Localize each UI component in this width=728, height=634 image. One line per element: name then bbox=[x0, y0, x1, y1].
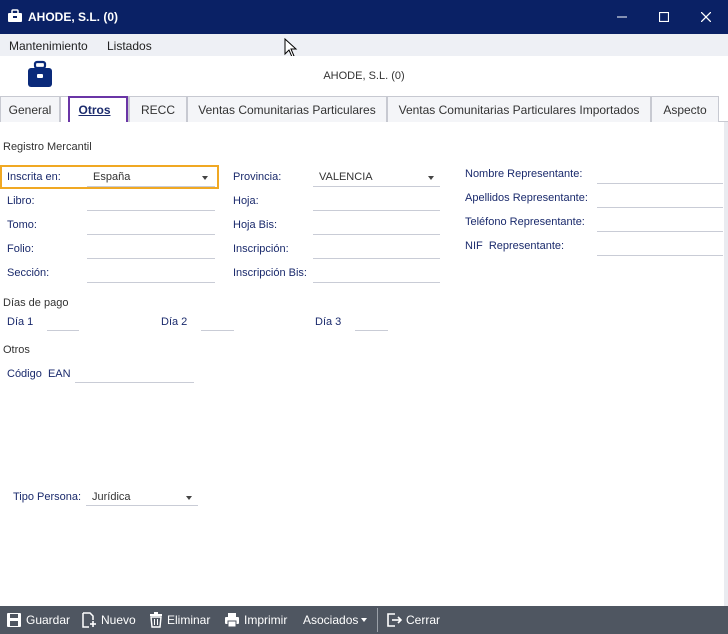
tab-aspecto[interactable]: Aspecto bbox=[651, 96, 719, 122]
menu-listados[interactable]: Listados bbox=[107, 39, 152, 53]
nuevo-label: Nuevo bbox=[101, 613, 136, 627]
nombre-representante-label: Nombre Representante: bbox=[465, 168, 583, 180]
dia1-field[interactable] bbox=[47, 330, 79, 331]
menu-mantenimiento[interactable]: Mantenimiento bbox=[9, 39, 88, 53]
tomo-label: Tomo: bbox=[7, 219, 37, 231]
inscrita-highlight bbox=[0, 165, 219, 189]
tipo-persona-label: Tipo Persona: bbox=[13, 491, 82, 503]
toolbar-divider bbox=[377, 608, 378, 632]
guardar-label: Guardar bbox=[26, 613, 71, 627]
dia3-label: Día 3 bbox=[315, 316, 342, 328]
seccion-field[interactable] bbox=[87, 282, 215, 283]
tab-ventas-importados-label: Ventas Comunitarias Particulares Importa… bbox=[398, 102, 640, 117]
nif-representante-label: NIF Representante: bbox=[465, 240, 565, 252]
window-title: AHODE, S.L. (0) bbox=[28, 10, 119, 24]
folio-field[interactable] bbox=[87, 258, 215, 259]
hoja-label: Hoja: bbox=[233, 195, 259, 207]
imprimir-label: Imprimir bbox=[244, 613, 288, 627]
dia2-label: Día 2 bbox=[161, 316, 188, 328]
minimize-icon bbox=[617, 16, 627, 18]
nombre-representante-field[interactable] bbox=[597, 183, 723, 184]
tipo-persona-select[interactable]: Jurídica bbox=[92, 491, 131, 503]
minimize-button[interactable] bbox=[600, 0, 644, 34]
telefono-representante-label: Teléfono Representante: bbox=[465, 216, 585, 228]
form-content bbox=[0, 122, 724, 606]
section-otros: Otros bbox=[3, 344, 30, 356]
bottom-toolbar: Guardar Nuevo Eliminar Imprimir Asociado… bbox=[0, 606, 728, 634]
asociados-label: Asociados bbox=[303, 613, 359, 627]
telefono-representante-field[interactable] bbox=[597, 231, 723, 232]
chevron-down-icon bbox=[361, 618, 368, 622]
guardar-button[interactable]: Guardar bbox=[6, 606, 70, 634]
dia2-field[interactable] bbox=[201, 330, 234, 331]
title-bar: AHODE, S.L. (0) bbox=[0, 0, 728, 34]
record-title: AHODE, S.L. (0) bbox=[323, 70, 405, 82]
provincia-underline bbox=[313, 186, 440, 187]
apellidos-representante-label: Apellidos Representante: bbox=[465, 192, 588, 204]
tab-general[interactable]: General bbox=[0, 96, 60, 122]
inscripcion-bis-label: Inscripción Bis: bbox=[233, 267, 307, 279]
folio-label: Folio: bbox=[7, 243, 34, 255]
new-document-icon bbox=[82, 612, 96, 628]
nuevo-button[interactable]: Nuevo bbox=[81, 606, 136, 634]
chevron-down-icon bbox=[428, 176, 434, 180]
inscripcion-label: Inscripción: bbox=[233, 243, 289, 255]
asociados-dropdown[interactable]: Asociados bbox=[303, 606, 368, 634]
scrollbar[interactable] bbox=[724, 122, 728, 606]
dia3-field[interactable] bbox=[355, 330, 388, 331]
inscripcion-field[interactable] bbox=[313, 258, 440, 259]
tab-recc[interactable]: RECC bbox=[129, 96, 187, 122]
provincia-select[interactable]: VALENCIA bbox=[319, 171, 373, 183]
imprimir-button[interactable]: Imprimir bbox=[224, 606, 287, 634]
section-dias-pago: Días de pago bbox=[3, 297, 69, 309]
trash-icon bbox=[150, 612, 162, 628]
section-registro-mercantil: Registro Mercantil bbox=[3, 141, 92, 153]
apellidos-representante-field[interactable] bbox=[597, 207, 723, 208]
maximize-icon bbox=[659, 12, 669, 22]
tab-general-label: General bbox=[8, 102, 52, 117]
tab-ventas-particulares-label: Ventas Comunitarias Particulares bbox=[198, 102, 376, 117]
briefcase-icon bbox=[8, 9, 22, 22]
tipo-persona-underline bbox=[86, 505, 198, 506]
tab-ventas-particulares[interactable]: Ventas Comunitarias Particulares bbox=[187, 96, 387, 122]
close-button[interactable] bbox=[684, 0, 728, 34]
maximize-button[interactable] bbox=[642, 0, 686, 34]
libro-field[interactable] bbox=[87, 210, 215, 211]
chevron-down-icon bbox=[186, 496, 192, 500]
hoja-bis-label: Hoja Bis: bbox=[233, 219, 278, 231]
eliminar-button[interactable]: Eliminar bbox=[149, 606, 210, 634]
ean-field[interactable] bbox=[75, 382, 194, 383]
menu-bar: Mantenimiento Listados bbox=[0, 34, 728, 56]
cerrar-button[interactable]: Cerrar bbox=[386, 606, 440, 634]
nif-representante-field[interactable] bbox=[597, 255, 723, 256]
tab-recc-label: RECC bbox=[140, 102, 175, 117]
record-header: AHODE, S.L. (0) bbox=[0, 56, 728, 96]
hoja-field[interactable] bbox=[313, 210, 440, 211]
tomo-field[interactable] bbox=[87, 234, 215, 235]
libro-label: Libro: bbox=[7, 195, 35, 207]
seccion-label: Sección: bbox=[7, 267, 50, 279]
close-icon bbox=[701, 12, 711, 22]
exit-icon bbox=[387, 613, 402, 627]
ean-label: Código EAN bbox=[7, 368, 71, 380]
save-icon bbox=[7, 613, 21, 627]
mouse-cursor-icon bbox=[284, 38, 298, 58]
inscripcion-bis-field[interactable] bbox=[313, 282, 440, 283]
cerrar-label: Cerrar bbox=[406, 613, 441, 627]
tab-ventas-importados[interactable]: Ventas Comunitarias Particulares Importa… bbox=[387, 96, 651, 122]
tab-aspecto-label: Aspecto bbox=[663, 102, 707, 117]
dia1-label: Día 1 bbox=[7, 316, 34, 328]
eliminar-label: Eliminar bbox=[167, 613, 211, 627]
active-tab-highlight bbox=[68, 96, 128, 124]
printer-icon bbox=[225, 613, 239, 628]
hoja-bis-field[interactable] bbox=[313, 234, 440, 235]
provincia-label: Provincia: bbox=[233, 171, 282, 183]
